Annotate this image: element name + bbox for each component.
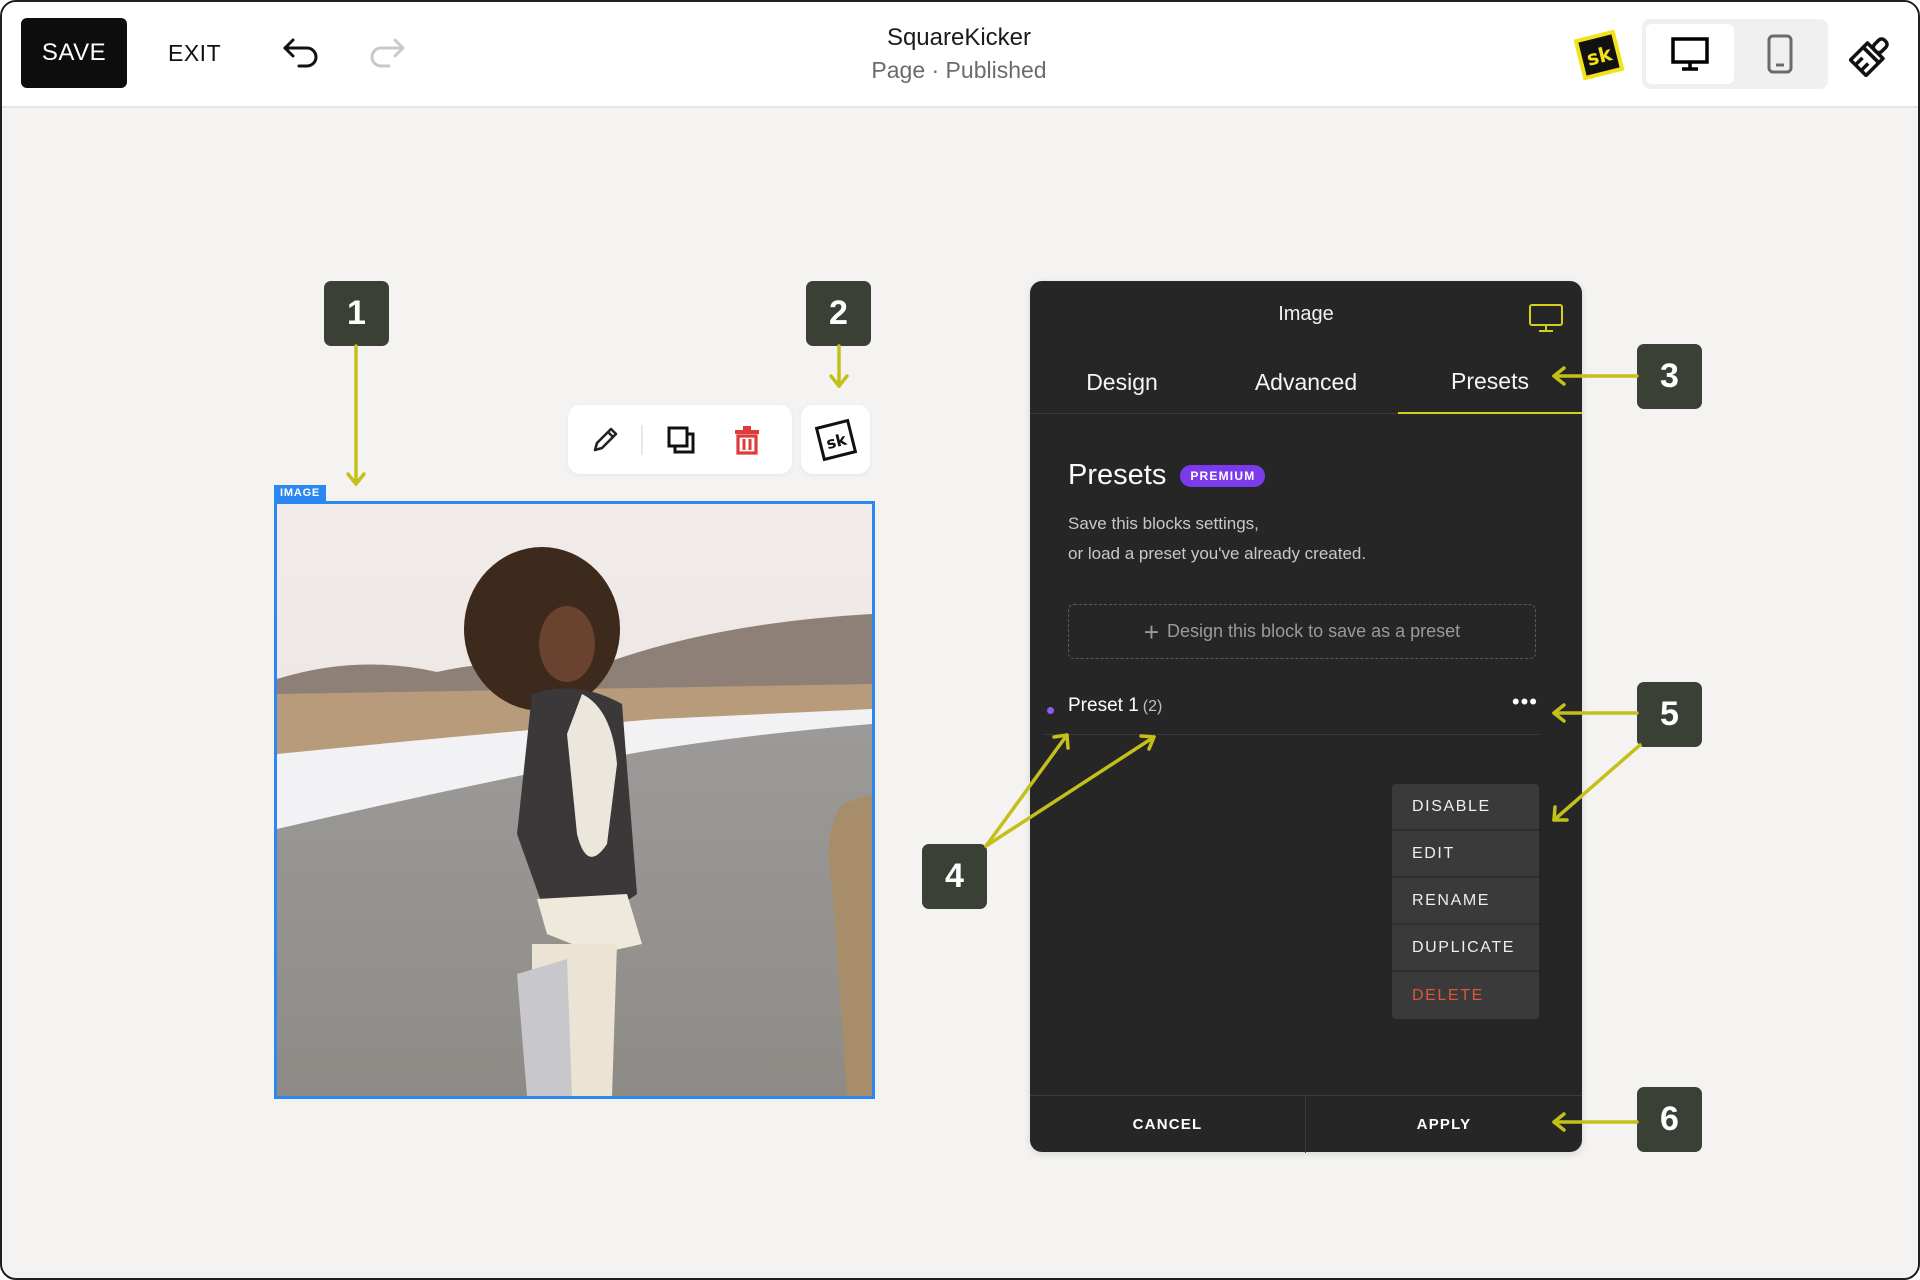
image-block[interactable]	[274, 501, 875, 1099]
menu-item-delete[interactable]: DELETE	[1392, 972, 1539, 1019]
squarekicker-logo-button[interactable]: sk	[1573, 29, 1625, 81]
description-line-1: Save this blocks settings,	[1068, 514, 1259, 533]
page-title-group: SquareKicker Page · Published	[759, 22, 1159, 86]
more-options-icon[interactable]: •••	[1512, 689, 1538, 715]
duplicate-block-button[interactable]	[658, 417, 704, 463]
sk-icon: sk	[814, 418, 857, 461]
tab-advanced[interactable]: Advanced	[1214, 351, 1398, 414]
desktop-view-button[interactable]	[1646, 24, 1734, 84]
top-bar: SAVE EXIT SquareKicker Page · Published …	[2, 2, 1918, 108]
menu-item-edit[interactable]: EDIT	[1392, 831, 1539, 878]
sk-logo-icon: sk	[1573, 29, 1625, 81]
annotation-marker-5: 5	[1637, 682, 1702, 747]
preset-options-menu: DISABLE EDIT RENAME DUPLICATE DELETE	[1392, 784, 1539, 1019]
panel-title: Image	[1278, 303, 1334, 325]
exit-button[interactable]: EXIT	[168, 18, 221, 88]
arrow-1	[346, 344, 366, 486]
presets-heading-row: Presets PREMIUM	[1068, 459, 1266, 492]
undo-icon	[283, 38, 318, 68]
add-preset-button[interactable]: + Design this block to save as a preset	[1068, 604, 1536, 659]
block-settings-panel: Image Design Advanced Presets Presets PR…	[1030, 281, 1582, 1153]
delete-block-button[interactable]	[724, 417, 770, 463]
image-block-label: IMAGE	[274, 485, 327, 502]
app-window: SAVE EXIT SquareKicker Page · Published …	[0, 0, 1920, 1280]
annotation-marker-4: 4	[922, 844, 987, 909]
photo-woman-on-road	[277, 504, 872, 1096]
annotation-marker-3: 3	[1637, 344, 1702, 409]
premium-badge: PREMIUM	[1180, 464, 1266, 487]
block-toolbar	[568, 405, 792, 474]
toolbar-divider	[641, 425, 643, 455]
arrow-2	[829, 344, 849, 388]
preset-usage-count: (2)	[1142, 698, 1163, 715]
apply-button[interactable]: APPLY	[1306, 1096, 1582, 1153]
tab-design[interactable]: Design	[1030, 351, 1214, 414]
menu-item-disable[interactable]: DISABLE	[1392, 784, 1539, 831]
add-preset-label: Design this block to save as a preset	[1167, 621, 1461, 641]
tab-presets[interactable]: Presets	[1398, 351, 1582, 414]
desktop-icon	[1671, 37, 1709, 71]
plus-icon: +	[1143, 616, 1160, 647]
pencil-icon	[593, 427, 618, 452]
edit-block-button[interactable]	[582, 417, 628, 463]
description-line-2: or load a preset you've already created.	[1068, 544, 1367, 563]
presets-description: Save this blocks settings, or load a pre…	[1068, 509, 1366, 569]
app-title: SquareKicker	[886, 24, 1032, 51]
preset-name: Preset 1 (2)	[1068, 695, 1162, 717]
panel-device-toggle[interactable]	[1528, 303, 1564, 338]
device-toggle	[1642, 19, 1828, 89]
paintbrush-icon	[1849, 37, 1889, 77]
style-brush-button[interactable]	[1846, 30, 1896, 80]
redo-icon	[370, 38, 405, 68]
mobile-view-button[interactable]	[1736, 24, 1824, 84]
preset-status-dot	[1047, 707, 1054, 714]
cancel-button[interactable]: CANCEL	[1030, 1096, 1306, 1153]
menu-item-rename[interactable]: RENAME	[1392, 878, 1539, 925]
presets-heading: Presets	[1068, 459, 1167, 491]
redo-button[interactable]	[364, 30, 410, 76]
save-button[interactable]: SAVE	[21, 18, 127, 88]
undo-button[interactable]	[278, 30, 324, 76]
annotation-marker-2: 2	[806, 281, 871, 346]
duplicate-icon	[667, 426, 695, 454]
trash-icon	[735, 426, 759, 455]
menu-item-duplicate[interactable]: DUPLICATE	[1392, 925, 1539, 972]
preset-list-item[interactable]: Preset 1 (2) •••	[1044, 689, 1540, 735]
squarekicker-block-button[interactable]: sk	[801, 405, 870, 474]
annotation-marker-6: 6	[1637, 1087, 1702, 1152]
preset-name-text: Preset 1	[1068, 695, 1139, 716]
page-status: Page · Published	[871, 57, 1047, 83]
panel-tabs: Design Advanced Presets	[1030, 351, 1582, 414]
panel-footer: CANCEL APPLY	[1030, 1095, 1582, 1153]
mobile-icon	[1767, 34, 1793, 74]
annotation-marker-1: 1	[324, 281, 389, 346]
desktop-icon	[1529, 304, 1563, 332]
